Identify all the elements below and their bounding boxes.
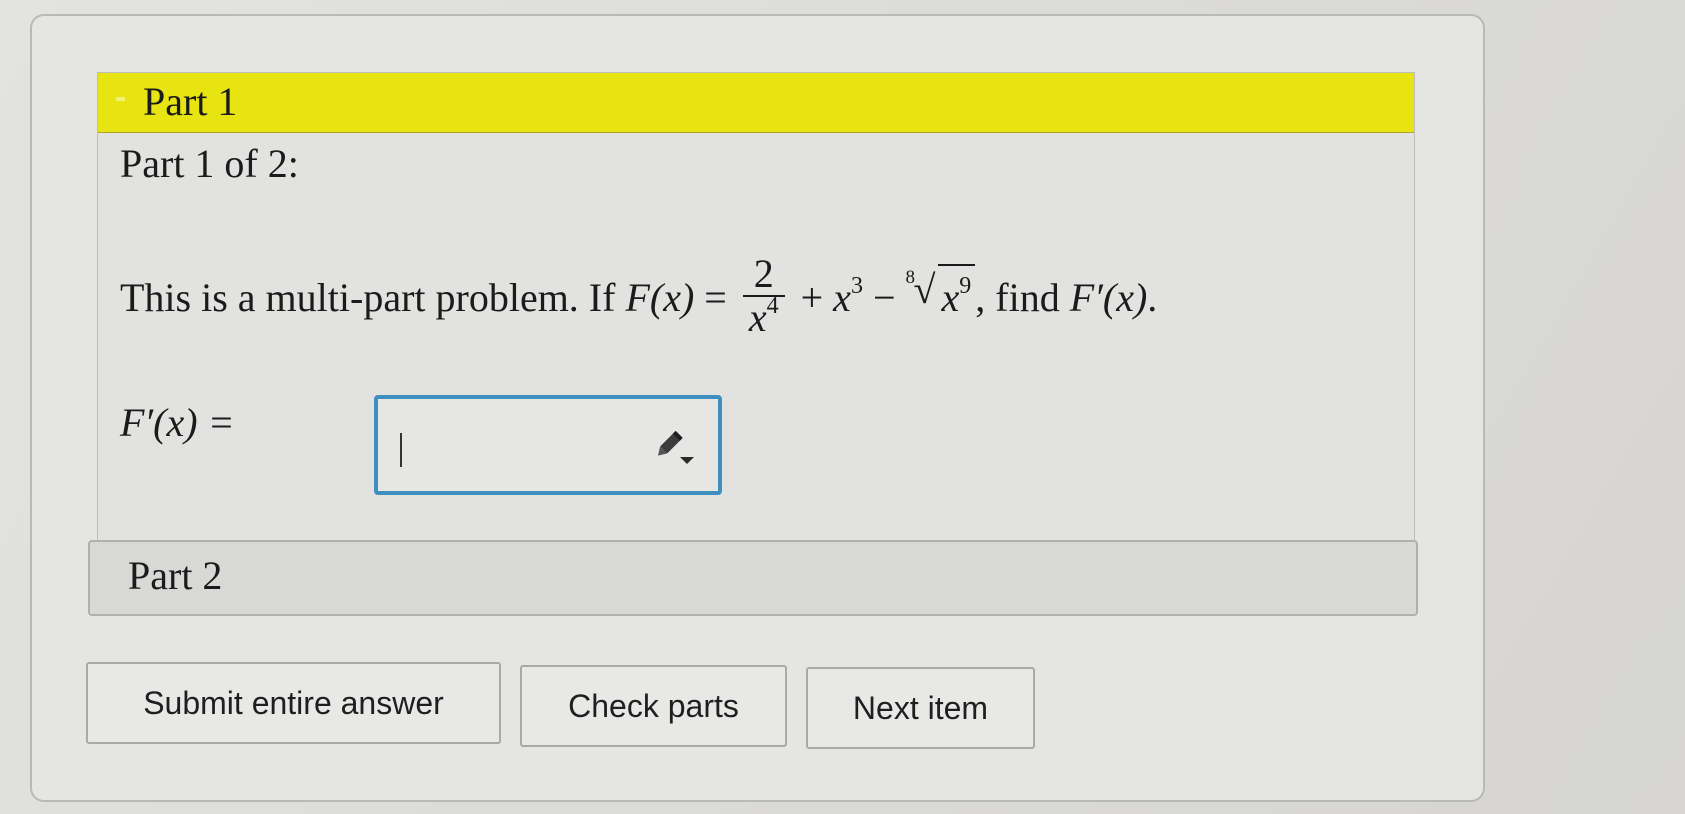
- period: .: [1147, 275, 1158, 321]
- problem-intro: This is a multi-part problem. If: [120, 275, 626, 321]
- check-parts-button[interactable]: Check parts: [520, 665, 787, 747]
- cubic-term-exponent: 3: [850, 273, 863, 300]
- function-name: F(x): [625, 275, 695, 321]
- find-text: , find: [975, 275, 1070, 321]
- submit-entire-answer-button[interactable]: Submit entire answer: [86, 662, 501, 744]
- denominator-exponent: 4: [766, 293, 779, 319]
- part-subheading: Part 1 of 2:: [120, 141, 299, 186]
- derivative-name: F′(x): [1069, 275, 1148, 321]
- pencil-dropdown-icon[interactable]: [654, 429, 696, 467]
- next-item-button[interactable]: Next item: [806, 667, 1035, 749]
- answer-input[interactable]: [374, 395, 722, 495]
- part2-header[interactable]: Part 2: [88, 540, 1418, 616]
- eighth-root: 8 √ x9: [906, 264, 976, 328]
- fraction: 2 x4: [742, 251, 785, 339]
- equals-sign: =: [694, 275, 737, 321]
- answer-label: F′(x) =: [120, 400, 235, 445]
- cubic-term-base: x: [833, 275, 851, 321]
- problem-statement: This is a multi-part problem. If F(x) = …: [120, 253, 1158, 345]
- radical-sign: √: [913, 267, 936, 313]
- part1-title: Part 1: [143, 79, 238, 124]
- text-caret: [400, 433, 402, 467]
- plus-sign: +: [790, 275, 834, 321]
- part1-panel: Part 1 Part 1 of 2: This is a multi-part…: [97, 72, 1415, 542]
- radicand-exponent: 9: [959, 273, 972, 300]
- part1-header[interactable]: Part 1: [98, 73, 1414, 133]
- collapse-icon[interactable]: [116, 97, 125, 101]
- part2-title: Part 2: [128, 553, 223, 598]
- fraction-numerator: 2: [753, 251, 774, 296]
- radicand: x9: [937, 264, 976, 328]
- fraction-denominator: x4: [742, 293, 785, 339]
- minus-sign: −: [862, 275, 906, 321]
